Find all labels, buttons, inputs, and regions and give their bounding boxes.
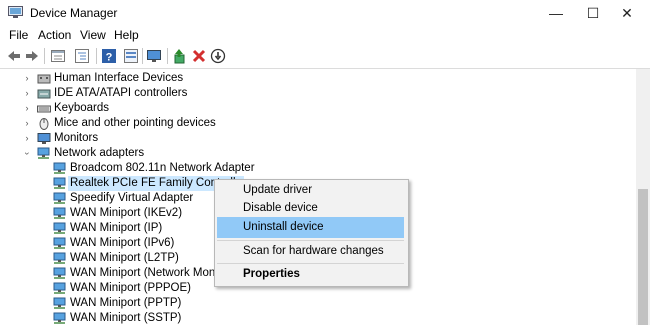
properties-menu-item[interactable]: Properties [217, 264, 404, 285]
tree-item-label: Speedify Virtual Adapter [70, 192, 194, 204]
monitor-icon[interactable] [146, 48, 162, 64]
expand-arrow-icon[interactable]: › [22, 131, 32, 146]
network-adapter-icon [53, 207, 66, 219]
monitor-icon [37, 133, 51, 144]
tree-item-label: WAN Miniport (Network Monito [70, 267, 228, 279]
tree-item-label: Keyboards [54, 102, 109, 114]
tree-item-label: WAN Miniport (PPPOE) [70, 282, 191, 294]
expand-arrow-icon[interactable]: › [22, 101, 32, 116]
uninstall-icon[interactable] [191, 48, 207, 64]
close-button[interactable]: ✕ [604, 0, 650, 26]
tree-item-label: WAN Miniport (IP) [70, 222, 163, 234]
scan-hardware-icon[interactable] [210, 48, 226, 64]
network-adapter-icon [53, 162, 66, 174]
menu-view[interactable]: View [80, 28, 106, 42]
menu-help[interactable]: Help [114, 28, 139, 42]
network-adapter-icon [53, 282, 66, 294]
menu-file[interactable]: File [9, 28, 28, 42]
uninstall-device-menu-item[interactable]: Uninstall device [217, 217, 404, 238]
vertical-scrollbar[interactable] [636, 69, 650, 325]
tree-item-label: Broadcom 802.11n Network Adapter [70, 162, 255, 174]
hid-icon [37, 74, 51, 84]
network-adapter-icon [53, 267, 66, 279]
context-menu: Update driver Disable device Uninstall d… [214, 179, 409, 287]
menu-bar: File Action View Help [0, 26, 650, 44]
tree-item-label: Network adapters [54, 147, 145, 159]
toolbar-separator [142, 48, 143, 64]
toolbar-separator [44, 48, 45, 64]
disable-device-menu-item[interactable]: Disable device [217, 198, 404, 219]
title-bar: Device Manager — ☐ ✕ [0, 0, 650, 26]
network-adapter-icon [53, 252, 66, 264]
mouse-icon [39, 118, 49, 130]
tree-item-label: WAN Miniport (SSTP) [70, 312, 182, 324]
svg-text:?: ? [106, 52, 113, 64]
keyboard-icon [37, 105, 51, 113]
tree-item-label: WAN Miniport (PPTP) [70, 297, 182, 309]
tree-item-label: WAN Miniport (IPv6) [70, 237, 175, 249]
help-icon[interactable]: ? [101, 48, 117, 64]
device-manager-app-icon [8, 6, 23, 18]
window-title: Device Manager [30, 6, 118, 20]
update-driver-icon[interactable] [172, 48, 188, 64]
tree-item-label: WAN Miniport (IKEv2) [70, 207, 183, 219]
console-icon[interactable] [123, 48, 139, 64]
network-adapter-icon [53, 297, 66, 309]
expand-arrow-icon[interactable]: › [22, 71, 32, 86]
toolbar-separator [167, 48, 168, 64]
network-adapter-icon [53, 177, 66, 189]
tree-item-label: IDE ATA/ATAPI controllers [54, 87, 188, 99]
expand-arrow-icon[interactable]: › [22, 116, 32, 131]
toolbar-separator [96, 48, 97, 64]
expand-arrow-icon[interactable]: › [22, 86, 32, 101]
ide-icon [37, 89, 51, 99]
network-adapter-icon [53, 312, 66, 324]
network-icon [37, 147, 50, 159]
menu-action[interactable]: Action [38, 28, 71, 42]
tree-item-label: Mice and other pointing devices [54, 117, 216, 129]
back-icon[interactable] [6, 48, 22, 64]
scan-hardware-menu-item[interactable]: Scan for hardware changes [217, 241, 404, 262]
collapse-arrow-icon[interactable]: › [20, 149, 35, 159]
toolbar: ? [0, 44, 650, 69]
network-adapter-icon [53, 222, 66, 234]
tree-item-label: Monitors [54, 132, 99, 144]
tree-item-label: Human Interface Devices [54, 72, 184, 84]
forward-icon[interactable] [24, 48, 40, 64]
scrollbar-thumb[interactable] [638, 189, 648, 325]
tree-item-label: WAN Miniport (L2TP) [70, 252, 179, 264]
network-adapter-icon [53, 237, 66, 249]
network-adapter-icon [53, 192, 66, 204]
tree-view-icon[interactable] [74, 48, 90, 64]
properties-icon[interactable] [50, 48, 66, 64]
